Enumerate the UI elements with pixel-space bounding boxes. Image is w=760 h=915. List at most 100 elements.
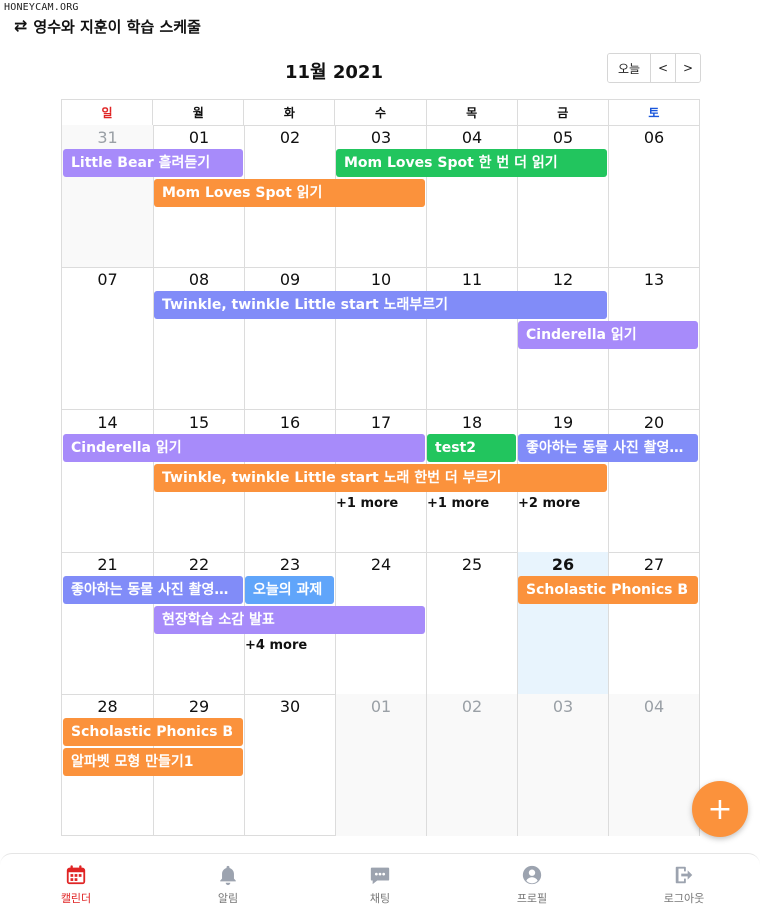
week-row: 31 01 02 03 04 05 06 Little Bear 흘려듣기 Mo…	[62, 125, 699, 268]
more-events-link[interactable]: +4 more	[245, 638, 307, 653]
weekday-sun: 일	[101, 106, 113, 120]
day-number: 21	[97, 555, 118, 574]
calendar-event[interactable]: test2	[427, 434, 516, 462]
nav-chat[interactable]: 채팅	[304, 854, 456, 915]
calendar-event[interactable]: 현장학습 소감 발표	[154, 606, 425, 634]
weekday-thu: 목	[425, 100, 517, 125]
day-cell[interactable]: 08	[153, 267, 244, 409]
prev-month-button[interactable]: <	[650, 54, 675, 82]
day-number: 10	[370, 270, 392, 289]
day-number: 18	[461, 413, 483, 432]
week-row: 07 08 09 10 11 12 13 Twinkle, twinkle Li…	[62, 267, 699, 410]
day-number: 25	[461, 555, 483, 574]
day-number: 15	[188, 413, 210, 432]
day-number: 02	[279, 128, 301, 147]
calendar-event[interactable]: 알파벳 모형 만들기1	[63, 748, 243, 776]
day-number: 22	[188, 555, 210, 574]
day-number: 07	[97, 270, 118, 289]
day-number: 24	[370, 555, 392, 574]
calendar-event[interactable]: Mom Loves Spot 읽기	[154, 179, 425, 207]
week-row: 28 29 30 01 02 03 04 Scholastic Phonics …	[62, 694, 699, 836]
bottom-nav: 캘린더 알림 채팅 프로필 로그아웃	[0, 853, 760, 915]
day-cell[interactable]: 09	[244, 267, 335, 409]
nav-calendar[interactable]: 캘린더	[0, 854, 152, 915]
day-number: 02	[461, 697, 483, 716]
day-number: 27	[643, 555, 665, 574]
day-number: 23	[279, 555, 301, 574]
more-events-link[interactable]: +2 more	[518, 496, 580, 511]
calendar-title: 11월 2021	[285, 62, 383, 83]
bell-icon	[217, 864, 239, 886]
day-cell[interactable]: 01	[335, 694, 426, 836]
day-cell[interactable]: 05	[517, 125, 608, 267]
swap-icon[interactable]: ⇄	[14, 18, 27, 34]
day-number: 20	[643, 413, 665, 432]
day-cell[interactable]: 07	[62, 267, 153, 409]
next-month-button[interactable]: >	[675, 54, 700, 82]
day-number: 30	[279, 697, 301, 716]
day-cell[interactable]: 04	[426, 125, 517, 267]
more-events-link[interactable]: +1 more	[427, 496, 489, 511]
day-cell[interactable]: 10	[335, 267, 426, 409]
calendar-event[interactable]: Scholastic Phonics B	[518, 576, 698, 604]
week-row: 21 22 23 24 25 26 27 좋아하는 동물 사진 촬영하기 오늘의…	[62, 552, 699, 695]
nav-label: 알림	[217, 891, 239, 905]
calendar-event[interactable]: Twinkle, twinkle Little start 노래 한번 더 부르…	[154, 464, 607, 492]
calendar-event[interactable]: Cinderella 읽기	[63, 434, 425, 462]
add-event-button[interactable]: +	[692, 781, 748, 837]
nav-logout[interactable]: 로그아웃	[608, 854, 760, 915]
app-header: ⇄ 영수와 지훈이 학습 스케줄	[14, 14, 201, 38]
nav-notifications[interactable]: 알림	[152, 854, 304, 915]
calendar-event[interactable]: 좋아하는 동물 사진 촬영하기	[518, 434, 698, 462]
day-number: 04	[461, 128, 483, 147]
page-title: 영수와 지훈이 학습 스케줄	[33, 17, 201, 36]
nav-label: 로그아웃	[663, 891, 705, 905]
calendar-event[interactable]: Twinkle, twinkle Little start 노래부르기	[154, 291, 607, 319]
day-number: 06	[643, 128, 665, 147]
day-cell[interactable]: 27	[608, 552, 699, 694]
weekday-header: 일 월 화 수 목 금 토	[62, 100, 699, 126]
day-cell-today[interactable]: 26	[517, 552, 608, 694]
day-cell[interactable]: 06	[608, 125, 699, 267]
nav-label: 프로필	[516, 891, 548, 905]
day-number: 29	[188, 697, 210, 716]
nav-label: 캘린더	[60, 891, 92, 905]
day-cell[interactable]: 30	[244, 694, 335, 836]
day-cell[interactable]: 11	[426, 267, 517, 409]
calendar-event[interactable]: 좋아하는 동물 사진 촬영하기	[63, 576, 243, 604]
calendar-event[interactable]: Little Bear 흘려듣기	[63, 149, 243, 177]
calendar-nav: 오늘 < >	[607, 53, 701, 83]
day-cell[interactable]: 31	[62, 125, 153, 267]
day-cell[interactable]: 14	[62, 410, 153, 552]
day-cell[interactable]: 03	[517, 694, 608, 836]
nav-profile[interactable]: 프로필	[456, 854, 608, 915]
day-number: 31	[97, 128, 118, 147]
watermark: HONEYCAM.ORG	[4, 2, 79, 13]
day-cell[interactable]: 04	[608, 694, 699, 836]
day-number: 05	[552, 128, 574, 147]
day-number: 28	[97, 697, 118, 716]
calendar-event[interactable]: Mom Loves Spot 한 번 더 읽기	[336, 149, 607, 177]
day-cell[interactable]: 02	[426, 694, 517, 836]
day-number: 01	[370, 697, 392, 716]
day-number: 12	[552, 270, 574, 289]
day-cell[interactable]: 25	[426, 552, 517, 694]
more-events-link[interactable]: +1 more	[336, 496, 398, 511]
day-cell[interactable]: 21	[62, 552, 153, 694]
weekday-wed: 수	[334, 100, 425, 125]
week-row: 14 15 16 17 18 19 20 Cinderella 읽기 test2…	[62, 410, 699, 553]
day-number: 03	[370, 128, 392, 147]
day-number: 13	[643, 270, 665, 289]
day-number: 14	[97, 413, 118, 432]
calendar-event[interactable]: Scholastic Phonics B	[63, 718, 243, 746]
day-number: 17	[370, 413, 392, 432]
day-cell[interactable]: 20	[608, 410, 699, 552]
today-button[interactable]: 오늘	[608, 54, 650, 82]
day-number: 11	[461, 270, 483, 289]
day-number: 04	[643, 697, 665, 716]
weekday-sat: 토	[607, 100, 699, 125]
day-number: 26	[551, 555, 575, 574]
calendar-event[interactable]: 오늘의 과제	[245, 576, 334, 604]
calendar-event[interactable]: Cinderella 읽기	[518, 321, 698, 349]
logout-icon	[673, 864, 695, 886]
